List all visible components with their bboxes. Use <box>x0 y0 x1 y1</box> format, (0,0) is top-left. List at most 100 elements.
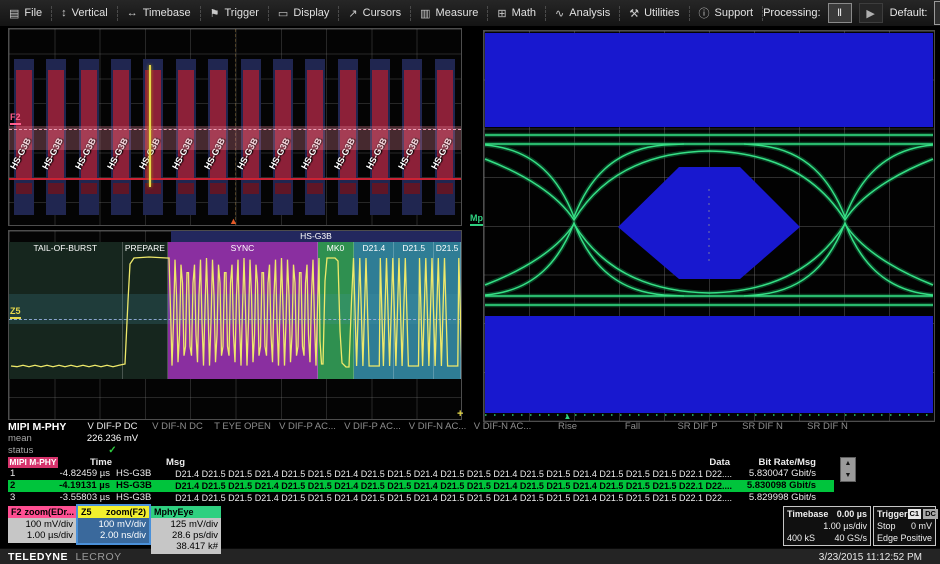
zoom-waveform-panel[interactable]: TAIL-OF-BURSTPREPARESYNCMK0D21.4D21.5D21… <box>8 230 462 420</box>
brand-lecroy: LECROY <box>75 551 121 563</box>
descriptor-line: 100 mV/div <box>11 519 73 530</box>
decode-protocol-badge: MIPI M-PHY <box>8 457 58 468</box>
measure-column-v-dif-p-ac-4[interactable]: V DIF-P AC... <box>275 421 340 456</box>
burst-tail <box>404 183 420 194</box>
baseline-red-line <box>9 178 461 180</box>
measure-column-rise-8[interactable]: ▲Rise <box>535 421 600 456</box>
row-bitrate: 5.829998 Gbit/s <box>724 492 816 504</box>
row-msg: HS-G3B <box>116 480 152 492</box>
burst-tail <box>16 183 32 194</box>
menu-item-display[interactable]: ▭Display <box>269 0 338 26</box>
decode-table-rows: 1-4.82459 µsHS-G3BD21.4 D21.5 D21.5 D21.… <box>8 468 834 504</box>
descriptor-line: 1.00 µs/div <box>11 530 73 541</box>
eye-mask-bottom <box>485 316 933 413</box>
undo-button[interactable]: Undo ↶ <box>934 1 940 25</box>
menu-item-trigger[interactable]: ⚑ Trigger <box>201 0 268 26</box>
menu-item-label: Trigger <box>224 7 258 19</box>
trigger-type: Edge <box>877 532 898 544</box>
row-data: D21.4 D21.5 D21.5 D21.4 D21.5 D21.5 D21.… <box>160 480 732 492</box>
measure-column-v-dif-n-ac-6[interactable]: V DIF-N AC... <box>405 421 470 456</box>
eye-mask-center <box>618 167 800 279</box>
param-label: SR DIF N <box>795 421 860 433</box>
menu-item-cursors[interactable]: ↗Cursors <box>339 0 410 26</box>
scroll-down-icon[interactable]: ▼ <box>845 472 852 479</box>
menu-item-math[interactable]: ⊞Math <box>488 0 545 26</box>
decode-row-3[interactable]: 3-3.55803 µsHS-G3BD21.4 D21.5 D21.5 D21.… <box>8 492 834 504</box>
trigger-box[interactable]: Trigger C1 DC Stop0 mV EdgePositive <box>873 506 936 546</box>
menu-item-timebase[interactable]: ↔Timebase <box>118 0 200 26</box>
play-button[interactable]: ▶ <box>859 3 883 23</box>
descriptor-id: Z5 <box>81 506 92 518</box>
burst-tail <box>437 183 453 194</box>
burst-waveform-panel[interactable]: HS-G3BHS-G3BHS-G3BHS-G3BHS-G3BHS-G3BHS-G… <box>8 28 462 226</box>
measure-column-v-dif-p-dc-1[interactable]: V DIF-P DC226.236 mV✓ <box>80 421 145 456</box>
timebase-box[interactable]: Timebase0.00 µs 1.00 µs/div 400 kS40 GS/… <box>783 506 871 546</box>
scroll-up-icon[interactable]: ▲ <box>845 460 852 467</box>
menu-item-label: Measure <box>436 7 479 19</box>
param-value <box>795 433 860 445</box>
menu-item-label: Display <box>293 7 329 19</box>
menu-item-support[interactable]: ⓘSupport <box>690 0 763 26</box>
trace-descriptor-f2[interactable]: F2zoom(EDr...100 mV/div1.00 µs/div <box>8 506 76 543</box>
trigger-icon: ⚑ <box>210 7 220 20</box>
param-label: SR DIF N <box>730 421 795 433</box>
param-status <box>795 445 860 456</box>
measure-column-v-dif-p-ac-5[interactable]: V DIF-P AC... <box>340 421 405 456</box>
menu-item-measure[interactable]: ▥ Measure <box>411 0 487 26</box>
measure-column-fall-9[interactable]: Fall <box>600 421 665 456</box>
measure-column-v-dif-n-dc-2[interactable]: V DIF-N DC <box>145 421 210 456</box>
param-value: 226.236 mV <box>80 433 145 445</box>
descriptor-settings: 125 mV/div28.6 ps/div38.417 k# <box>151 518 221 554</box>
burst-tail <box>113 183 129 194</box>
decode-row-2[interactable]: 2-4.19131 µsHS-G3BD21.4 D21.5 D21.5 D21.… <box>8 480 834 492</box>
measure-column-sr-dif-n-11[interactable]: SR DIF N <box>730 421 795 456</box>
param-label: V DIF-N AC... <box>405 421 470 433</box>
eye-mask <box>485 33 933 413</box>
table-scrollbar[interactable]: ▲ ▼ <box>840 457 856 482</box>
zoom-highlight-cursor[interactable] <box>149 65 151 187</box>
eye-diagram-panel[interactable]: Mp <box>470 28 936 422</box>
trigger-mode: Stop <box>877 520 896 532</box>
burst-tail <box>307 183 323 194</box>
timebase-samples: 400 kS <box>787 532 815 544</box>
param-status <box>275 445 340 456</box>
channel-label-mp: Mp <box>470 214 483 226</box>
channel-label-f2: F2 <box>10 113 21 125</box>
param-value <box>470 433 535 445</box>
col-header-time: Time <box>60 457 112 468</box>
measure-column-sr-dif-n-12[interactable]: SR DIF N <box>795 421 860 456</box>
param-label: Fall <box>600 421 665 433</box>
param-status <box>535 445 600 456</box>
measurement-summary: MIPI M-PHY mean status V DIF-P DC226.236… <box>0 420 940 456</box>
trigger-level: 0 mV <box>911 520 932 532</box>
measure-column-v-dif-n-ac-7[interactable]: V DIF-N AC... <box>470 421 535 456</box>
param-value <box>730 433 795 445</box>
row-index: 2 <box>10 480 15 492</box>
timebase-label: Timebase <box>787 508 828 520</box>
menu-item-file[interactable]: ▤File <box>0 0 51 26</box>
descriptor-line: 38.417 k# <box>154 541 218 552</box>
measure-icon: ▥ <box>420 7 430 20</box>
decode-row-1[interactable]: 1-4.82459 µsHS-G3BD21.4 D21.5 D21.5 D21.… <box>8 468 834 480</box>
descriptor-settings: 100 mV/div2.00 ns/div <box>78 518 149 543</box>
trace-descriptor-z5[interactable]: Z5zoom(F2)100 mV/div2.00 ns/div <box>78 506 149 543</box>
param-value <box>275 433 340 445</box>
pause-button[interactable]: Ⅱ <box>828 3 852 23</box>
measure-column-sr-dif-p-10[interactable]: SR DIF P <box>665 421 730 456</box>
timebase-scale: 1.00 µs/div <box>823 520 867 532</box>
menu-item-utilities[interactable]: ⚒Utilities <box>620 0 688 26</box>
channel-label-z5: Z5 <box>10 307 21 319</box>
param-value <box>210 433 275 445</box>
timebase-icon: ↔ <box>127 7 138 19</box>
burst-tail <box>243 183 259 194</box>
eye-diagram <box>484 31 934 421</box>
menu-item-analysis[interactable]: ∿Analysis <box>546 0 619 26</box>
play-icon: ▶ <box>866 7 874 20</box>
menu-item-vertical[interactable]: ↕Vertical <box>52 0 117 26</box>
burst-tail <box>145 183 161 194</box>
measure-column-t-eye-open-3[interactable]: T EYE OPEN <box>210 421 275 456</box>
param-status <box>730 445 795 456</box>
trace-descriptor-mphyeye[interactable]: MphyEye125 mV/div28.6 ps/div38.417 k# <box>151 506 221 554</box>
burst-tail <box>340 183 356 194</box>
descriptor-line: 100 mV/div <box>81 519 146 530</box>
